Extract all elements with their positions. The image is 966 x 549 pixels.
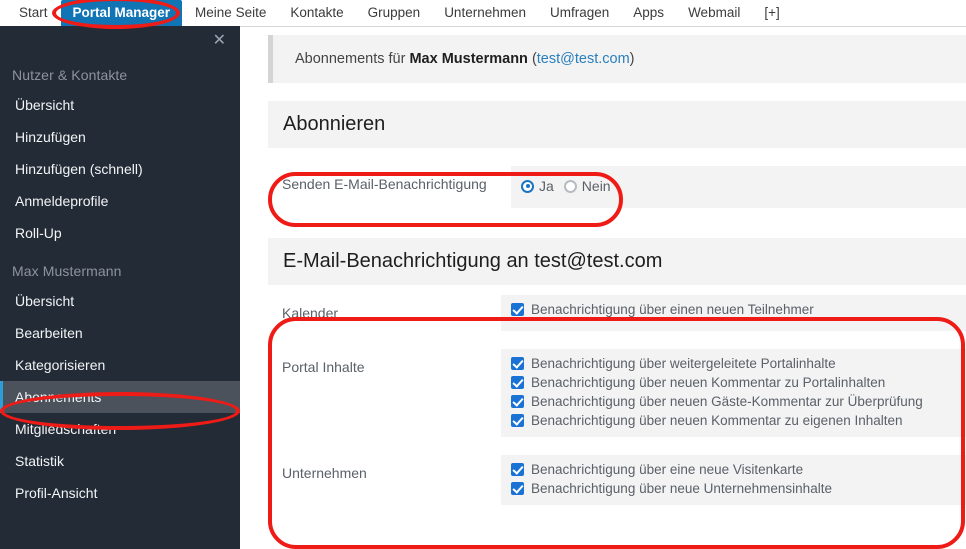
sidebar-item-hinzufugen[interactable]: Hinzufügen xyxy=(0,121,240,153)
radio-button-icon[interactable] xyxy=(563,179,577,193)
sidebar: ✕ Nutzer & Kontakte Übersicht Hinzufügen Hi… xyxy=(0,27,240,549)
infobar-close-paren: ) xyxy=(629,51,635,67)
sidebar-item-ubersicht[interactable]: Übersicht xyxy=(0,285,240,317)
infobar-username: Max Mustermann xyxy=(409,51,528,67)
sidebar-item-statistik[interactable]: Statistik xyxy=(0,445,240,477)
infobar-email-link[interactable]: test@test.com xyxy=(537,51,630,67)
checkbox-label: Benachrichtigung über weitergeleitete Po… xyxy=(531,355,836,371)
checkbox-group-spacer xyxy=(268,330,966,349)
infobar-prefix: Abonnements für xyxy=(295,51,410,67)
send-email-notification-options: Ja Nein xyxy=(511,166,966,208)
checkbox-label: Benachrichtigung über neuen Kommentar zu… xyxy=(531,374,886,390)
topnav-item-[interactable]: [+] xyxy=(753,1,790,25)
subscribe-panel-title: Abonnieren xyxy=(268,101,966,148)
checkbox-checked-icon[interactable] xyxy=(511,462,524,476)
checkbox-checked-icon[interactable] xyxy=(511,394,524,408)
topnav-item-kontakte[interactable]: Kontakte xyxy=(279,1,354,25)
checkbox-group: Portal Inhalte Benachrichtigung über weit… xyxy=(268,348,966,437)
checkbox-label: Benachrichtigung über neue Unternehmensi… xyxy=(531,480,832,496)
checkbox-group: Unternehmen Benachrichtigung über eine ne… xyxy=(268,454,966,505)
radio-option-ja[interactable]: Ja xyxy=(521,178,554,194)
top-navigation-bar: Start Portal Manager Meine Seite Kontakte Gr… xyxy=(0,0,966,26)
infobar-open-paren: ( xyxy=(527,51,537,67)
sidebar-item-roll-up[interactable]: Roll-Up xyxy=(0,217,240,249)
radio-option-nein[interactable]: Nein xyxy=(563,178,611,194)
main-content: Abonnements für Max Mustermann (test@tes… xyxy=(240,27,966,549)
topnav-item-webmail[interactable]: Webmail xyxy=(677,1,751,25)
send-email-notification-row: Senden E-Mail-Benachrichtigung Ja Nein xyxy=(268,166,966,208)
checkbox-group-label: Kalender xyxy=(268,294,501,331)
checkbox-checked-icon[interactable] xyxy=(511,413,524,427)
checkbox-label: Benachrichtigung über eine neue Visitenk… xyxy=(531,461,804,477)
checkbox-label: Benachrichtigung über neuen Kommentar zu… xyxy=(531,412,903,428)
radio-option-label: Ja xyxy=(539,178,554,194)
checkbox-row[interactable]: Benachrichtigung über neuen Gäste-Kommen… xyxy=(511,392,966,411)
radio-button-icon[interactable] xyxy=(521,179,534,193)
close-icon[interactable]: ✕ xyxy=(213,32,226,48)
topnav-item-meine-seite[interactable]: Meine Seite xyxy=(184,1,277,25)
checkbox-group-items: Benachrichtigung über einen neuen Teilne… xyxy=(501,294,966,331)
checkbox-group-spacer xyxy=(268,436,966,455)
checkbox-row[interactable]: Benachrichtigung über neuen Kommentar zu… xyxy=(511,411,966,430)
checkbox-group-items: Benachrichtigung über eine neue Visitenk… xyxy=(501,454,966,505)
subscriptions-infobar: Abonnements für Max Mustermann (test@tes… xyxy=(268,35,966,83)
sidebar-section-heading: Nutzer & Kontakte xyxy=(12,67,128,83)
app-root: Start Portal Manager Meine Seite Kontakte Gr… xyxy=(0,0,966,549)
topnav-item-apps[interactable]: Apps xyxy=(622,1,675,25)
sidebar-item-hinzufugen-schnell[interactable]: Hinzufügen (schnell) xyxy=(0,153,240,185)
topnav-item-start[interactable]: Start xyxy=(8,1,59,25)
checkbox-label: Benachrichtigung über neuen Gäste-Kommen… xyxy=(531,393,923,409)
sidebar-item-ubersicht[interactable]: Übersicht xyxy=(0,89,240,121)
sidebar-item-mitgliedschaften[interactable]: Mitgliedschaften xyxy=(0,413,240,445)
checkbox-label: Benachrichtigung über einen neuen Teilne… xyxy=(531,301,814,317)
sidebar-section-heading: Max Mustermann xyxy=(12,263,122,279)
checkbox-group-items: Benachrichtigung über weitergeleitete Po… xyxy=(501,348,966,437)
checkbox-group-label: Portal Inhalte xyxy=(268,348,501,437)
checkbox-row[interactable]: Benachrichtigung über einen neuen Teilne… xyxy=(511,300,966,319)
topnav-item-unternehmen[interactable]: Unternehmen xyxy=(433,1,537,25)
checkbox-checked-icon[interactable] xyxy=(511,356,524,370)
sidebar-item-anmeldeprofile[interactable]: Anmeldeprofile xyxy=(0,185,240,217)
checkbox-group-label: Unternehmen xyxy=(268,454,501,505)
notification-section-title: E-Mail-Benachrichtigung an test@test.com xyxy=(268,237,966,285)
sidebar-item-profil-ansicht[interactable]: Profil-Ansicht xyxy=(0,477,240,509)
checkbox-group: Kalender Benachrichtigung über einen neue… xyxy=(268,294,966,331)
checkbox-row[interactable]: Benachrichtigung über neuen Kommentar zu… xyxy=(511,373,966,392)
sidebar-item-kategorisieren[interactable]: Kategorisieren xyxy=(0,349,240,381)
checkbox-row[interactable]: Benachrichtigung über neue Unternehmensi… xyxy=(511,479,966,498)
checkbox-row[interactable]: Benachrichtigung über eine neue Visitenk… xyxy=(511,460,966,479)
sidebar-item-abonnements[interactable]: Abonnements xyxy=(0,381,240,413)
notification-checkbox-table: Kalender Benachrichtigung über einen neue… xyxy=(268,294,966,505)
send-email-notification-label: Senden E-Mail-Benachrichtigung xyxy=(282,176,487,192)
topnav-item-portal-manager[interactable]: Portal Manager xyxy=(60,0,183,26)
checkbox-row[interactable]: Benachrichtigung über weitergeleitete Po… xyxy=(511,354,966,373)
topnav-item-umfragen[interactable]: Umfragen xyxy=(539,1,620,25)
topnav-item-gruppen[interactable]: Gruppen xyxy=(357,1,432,25)
checkbox-checked-icon[interactable] xyxy=(511,302,524,316)
checkbox-checked-icon[interactable] xyxy=(511,481,524,495)
checkbox-checked-icon[interactable] xyxy=(511,375,524,389)
radio-option-label: Nein xyxy=(581,178,611,194)
sidebar-item-bearbeiten[interactable]: Bearbeiten xyxy=(0,317,240,349)
